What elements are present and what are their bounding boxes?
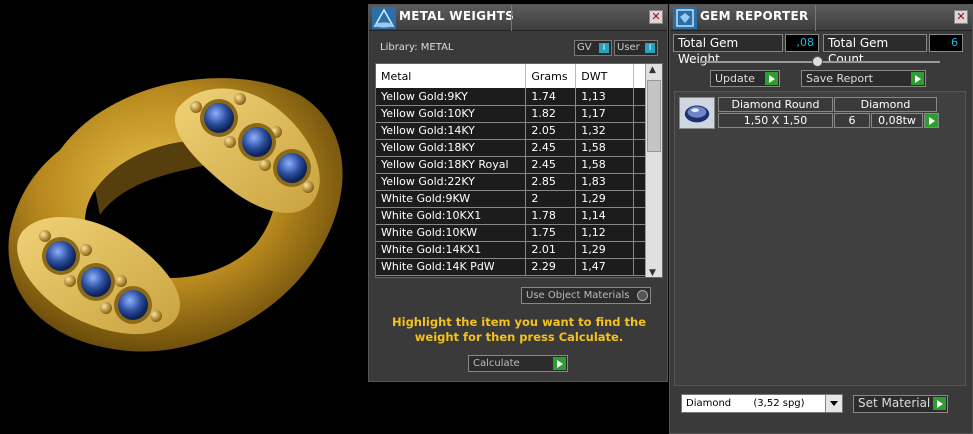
metal-name-cell: Yellow Gold:14KY	[376, 122, 527, 140]
gem-name: Diamond Round	[718, 97, 833, 112]
grams-cell: 1.82	[525, 105, 577, 123]
total-gem-count-value: 6	[929, 34, 963, 52]
gv-toggle[interactable]: GV I	[574, 40, 612, 56]
metal-weights-panel: METAL WEIGHTS ✕ Library: METAL GV I User…	[368, 4, 668, 382]
splitter-handle-icon[interactable]	[812, 56, 823, 67]
dwt-cell: 1,17	[575, 105, 635, 123]
grams-cell: 2.05	[525, 122, 577, 140]
total-gem-weight-label: Total Gem Weight	[673, 34, 783, 66]
gem-reporter-title: GEM REPORTER	[700, 9, 809, 23]
calculate-button[interactable]: Calculate	[468, 355, 568, 372]
dwt-cell: 1,83	[575, 173, 635, 191]
dwt-cell: 1,13	[575, 88, 635, 106]
total-gem-weight-value: ,08	[785, 34, 819, 52]
3d-viewport[interactable]	[0, 0, 368, 434]
close-icon[interactable]: ✕	[954, 10, 968, 24]
set-material-button[interactable]: Set Material	[853, 395, 948, 413]
gem-list: Diamond Round Diamond 1,50 X 1,50 6 0,08…	[674, 91, 966, 386]
total-gem-count-label: Total Gem Count	[823, 34, 927, 66]
chevron-down-icon[interactable]	[825, 395, 842, 412]
table-row[interactable]: Yellow Gold:14KY 2.05 1,32	[376, 122, 646, 140]
gem-weight: 0,08tw	[871, 113, 923, 128]
gem-reporter-panel: GEM REPORTER ✕ Total Gem Weight ,08 Tota…	[669, 4, 973, 434]
scroll-down-icon[interactable]: ▼	[649, 268, 656, 277]
close-icon[interactable]: ✕	[649, 10, 663, 24]
metal-weights-title: METAL WEIGHTS	[399, 9, 515, 23]
panel-splitter[interactable]	[700, 56, 940, 67]
scroll-up-icon[interactable]: ▲	[649, 65, 656, 75]
use-object-materials-toggle[interactable]: Use Object Materials	[521, 287, 651, 304]
scale-icon	[372, 7, 396, 29]
gem-report-icon	[673, 7, 697, 29]
play-arrow-icon	[933, 397, 946, 410]
toggle-indicator-icon: I	[645, 43, 655, 53]
dwt-cell: 1,12	[575, 224, 635, 242]
grams-cell: 2.01	[525, 241, 577, 259]
library-label: Library: METAL	[380, 42, 454, 53]
metal-name-cell: White Gold:14KX1	[376, 241, 527, 259]
gem-reporter-titlebar[interactable]: GEM REPORTER ✕	[670, 5, 972, 31]
grams-cell: 2.85	[525, 173, 577, 191]
ring-render	[8, 78, 343, 352]
grams-cell: 2.45	[525, 139, 577, 157]
grams-cell: 2.29	[525, 258, 577, 276]
table-row[interactable]: Yellow Gold:18KY Royal 2.45 1,58	[376, 156, 646, 174]
play-arrow-icon	[765, 72, 778, 85]
table-scrollbar[interactable]: ▲ ▼	[645, 64, 662, 277]
metal-weights-titlebar[interactable]: METAL WEIGHTS ✕	[369, 5, 667, 31]
col-header-metal[interactable]: Metal	[376, 64, 527, 88]
metal-name-cell: White Gold:10KW	[376, 224, 527, 242]
dwt-cell: 1,32	[575, 122, 635, 140]
table-row[interactable]: White Gold:14KX1 2.01 1,29	[376, 241, 646, 259]
metal-name-cell: Yellow Gold:22KY	[376, 173, 527, 191]
toggle-indicator-icon: I	[599, 43, 609, 53]
gem-count: 6	[834, 113, 870, 128]
gem-row[interactable]: Diamond Round Diamond 1,50 X 1,50 6 0,08…	[679, 97, 939, 131]
metal-name-cell: Yellow Gold:18KY Royal	[376, 156, 527, 174]
table-row[interactable]: Yellow Gold:9KY 1.74 1,13	[376, 88, 646, 106]
user-toggle[interactable]: User I	[614, 40, 658, 56]
dwt-cell: 1,58	[575, 156, 635, 174]
scroll-thumb[interactable]	[647, 80, 661, 152]
grams-cell: 1.78	[525, 207, 577, 225]
round-diamond-icon	[679, 97, 715, 129]
grams-cell: 1.75	[525, 224, 577, 242]
grams-cell: 2.45	[525, 156, 577, 174]
dwt-cell: 1,47	[575, 258, 635, 276]
save-report-button[interactable]: Save Report	[801, 70, 926, 87]
metal-name-cell: Yellow Gold:10KY	[376, 105, 527, 123]
col-header-grams[interactable]: Grams	[525, 64, 577, 88]
table-row[interactable]: Yellow Gold:18KY 2.45 1,58	[376, 139, 646, 157]
dwt-cell: 1,29	[575, 190, 635, 208]
table-row[interactable]: Yellow Gold:22KY 2.85 1,83	[376, 173, 646, 191]
play-arrow-icon	[553, 357, 566, 370]
update-button[interactable]: Update	[710, 70, 780, 87]
calculate-hint: Highlight the item you want to find the …	[392, 315, 646, 344]
table-row[interactable]: White Gold:10KX1 1.78 1,14	[376, 207, 646, 225]
metal-name-cell: White Gold:10KX1	[376, 207, 527, 225]
gem-size: 1,50 X 1,50	[718, 113, 833, 128]
grams-cell: 1.74	[525, 88, 577, 106]
radio-icon	[637, 290, 648, 301]
metal-name-cell: White Gold:14K PdW	[376, 258, 527, 276]
gem-select-arrow-icon[interactable]	[924, 113, 939, 128]
table-row[interactable]: Yellow Gold:10KY 1.82 1,17	[376, 105, 646, 123]
dwt-cell: 1,14	[575, 207, 635, 225]
metal-table: Metal Grams DWT Yellow Gold:9KY 1.74 1,13 Y…	[375, 63, 663, 278]
table-row[interactable]: White Gold:10KW 1.75 1,12	[376, 224, 646, 242]
col-header-dwt[interactable]: DWT	[575, 64, 635, 88]
material-select[interactable]: Diamond (3,52 spg)	[681, 394, 843, 413]
play-arrow-icon	[911, 72, 924, 85]
table-row[interactable]: White Gold:9KW 2 1,29	[376, 190, 646, 208]
metal-name-cell: Yellow Gold:18KY	[376, 139, 527, 157]
table-row[interactable]: White Gold:14K PdW 2.29 1,47	[376, 258, 646, 276]
dwt-cell: 1,58	[575, 139, 635, 157]
gem-type: Diamond	[834, 97, 937, 112]
metal-name-cell: Yellow Gold:9KY	[376, 88, 527, 106]
dwt-cell: 1,29	[575, 241, 635, 259]
metal-name-cell: White Gold:9KW	[376, 190, 527, 208]
grams-cell: 2	[525, 190, 577, 208]
